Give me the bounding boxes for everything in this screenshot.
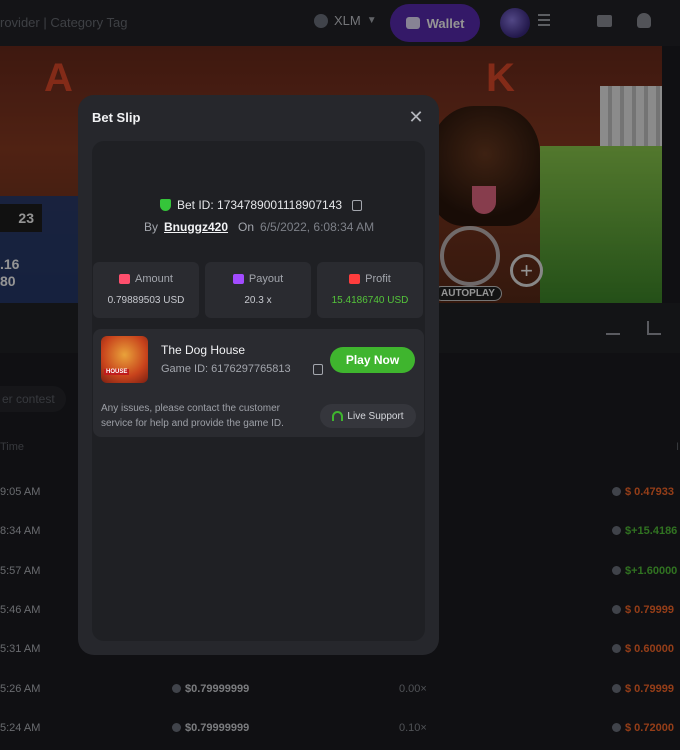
copy-icon[interactable] [352,199,363,211]
on-label: On [238,220,255,234]
play-now-button[interactable]: Play Now [330,347,415,373]
modal-title: Bet Slip [92,110,141,125]
stat-value: 20.3 x [244,295,272,306]
headset-icon [332,411,344,421]
by-label: By [144,220,159,234]
support-notice: Any issues, please contact the customer … [101,403,284,429]
bet-slip-modal: Bet Slip ✕ ➦ Bet ID: 1734789001118907143… [78,95,439,655]
bet-id-row: Bet ID: 1734789001118907143 [160,198,363,212]
bet-meta: By Bnuggz420 On 6/5/2022, 6:08:34 AM [144,220,374,234]
stat-payout: Payout 20.3 x [205,262,311,318]
game-card: HOUSE The Dog House Game ID: 61762977658… [93,329,424,437]
stat-profit: Profit 15.4186740 USD [317,262,423,318]
payout-icon [232,274,244,284]
game-name: The Dog House [161,343,246,357]
close-icon[interactable]: ✕ [408,108,424,126]
username-link[interactable]: Bnuggz420 [164,220,228,234]
stat-label: Payout [248,273,284,285]
shield-icon [160,199,171,211]
game-thumbnail[interactable]: HOUSE [101,336,148,383]
stat-label: Amount [135,273,173,285]
support-label: Live Support [347,410,404,422]
bet-id: Bet ID: 1734789001118907143 [177,198,343,212]
page: rovider | Category Tag XLM ▼ Wallet A K … [0,0,680,750]
copy-icon[interactable] [313,364,323,375]
bet-date: 6/5/2022, 6:08:34 AM [260,220,375,234]
amount-icon [119,274,131,284]
stat-value: 0.79889503 USD [107,295,185,306]
stat-amount: Amount 0.79889503 USD [93,262,199,318]
stat-label: Profit [365,273,391,285]
profit-icon [349,274,361,284]
stat-value: 15.4186740 USD [331,295,409,306]
game-id: Game ID: 6176297765813 [161,363,291,375]
thumbnail-text: HOUSE [104,369,130,375]
live-support-button[interactable]: Live Support [320,404,416,428]
